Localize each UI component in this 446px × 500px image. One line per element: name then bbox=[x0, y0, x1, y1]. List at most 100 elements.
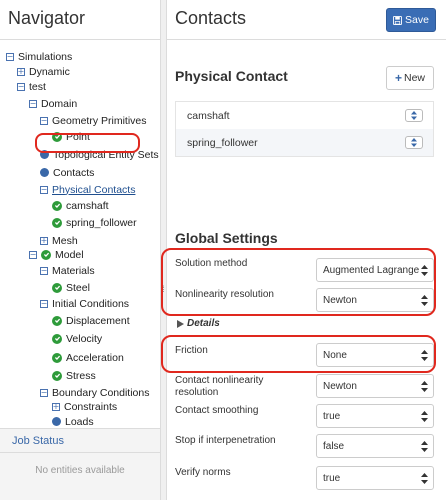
expand-toggle-icon[interactable]: + bbox=[52, 402, 60, 411]
stop-if-interpenetration-select[interactable]: false bbox=[316, 434, 434, 458]
tree-item-label[interactable]: Physical Contacts bbox=[52, 184, 135, 196]
tree-item-label: Dynamic bbox=[29, 65, 70, 78]
save-button-label: Save bbox=[405, 14, 429, 26]
tree-item-label: Model bbox=[55, 248, 84, 261]
tree-item-model[interactable]: − Model bbox=[29, 247, 84, 262]
tree-item-boundary-conditions[interactable]: − Boundary Conditions bbox=[40, 385, 149, 400]
tree-item-label: Point bbox=[66, 130, 90, 143]
tree-item-label: Mesh bbox=[52, 234, 78, 247]
collapse-toggle-icon[interactable]: − bbox=[29, 99, 37, 108]
new-button-label: New bbox=[404, 72, 426, 84]
friction-label: Friction bbox=[175, 345, 208, 356]
navigator-title: Navigator bbox=[0, 0, 160, 40]
tree-item-domain[interactable]: − Domain bbox=[29, 96, 77, 111]
tree-item-label: Contacts bbox=[53, 166, 95, 179]
contact-nonlinearity-resolution-label: Contact nonlinearity resolution bbox=[175, 375, 264, 398]
tree-item-loads[interactable]: Loads bbox=[52, 414, 94, 428]
splitter-grip-icon[interactable]: ⁞ bbox=[162, 284, 165, 294]
contact-smoothing-label: Contact smoothing bbox=[175, 405, 259, 416]
tree-item-label: Geometry Primitives bbox=[52, 114, 147, 127]
verify-norms-select[interactable]: true bbox=[316, 466, 434, 490]
select-value: true bbox=[323, 472, 341, 484]
tree-item-constraints[interactable]: + Constraints bbox=[52, 399, 117, 414]
reorder-spinner-icon[interactable] bbox=[405, 136, 423, 149]
tree-item-simulations[interactable]: − Simulations bbox=[6, 49, 72, 64]
dot-icon bbox=[40, 168, 49, 177]
list-item[interactable]: spring_follower bbox=[176, 129, 433, 156]
check-icon bbox=[52, 315, 62, 326]
save-button[interactable]: Save bbox=[386, 8, 436, 32]
contact-nonlinearity-resolution-select[interactable]: Newton bbox=[316, 374, 434, 398]
select-arrows-icon bbox=[421, 350, 428, 361]
tree-item-label: Acceleration bbox=[66, 351, 124, 364]
collapse-toggle-icon[interactable]: − bbox=[40, 266, 48, 275]
tree-item-velocity[interactable]: Velocity bbox=[52, 331, 102, 346]
collapse-toggle-icon[interactable]: − bbox=[6, 52, 14, 61]
tree-item-physical-contacts[interactable]: − Physical Contacts bbox=[40, 182, 135, 197]
tree-item-label: camshaft bbox=[66, 199, 109, 212]
tree-item-topological-entity-sets[interactable]: Topological Entity Sets bbox=[40, 147, 159, 162]
nonlinearity-resolution-select[interactable]: Newton bbox=[316, 288, 434, 312]
job-status-title[interactable]: Job Status bbox=[0, 429, 160, 453]
list-item-label: camshaft bbox=[187, 109, 230, 122]
check-icon bbox=[52, 282, 62, 293]
tree-item-dynamic[interactable]: + Dynamic bbox=[17, 64, 70, 79]
job-status-panel: Job Status No entities available bbox=[0, 428, 160, 500]
tree-item-label: Displacement bbox=[66, 314, 130, 327]
check-icon bbox=[52, 370, 62, 381]
select-value: true bbox=[323, 410, 341, 422]
tree-item-spring-follower[interactable]: spring_follower bbox=[52, 215, 137, 230]
list-item[interactable]: camshaft bbox=[176, 102, 433, 129]
list-item-label: spring_follower bbox=[187, 136, 258, 149]
tree-item-displacement[interactable]: Displacement bbox=[52, 313, 130, 328]
stop-if-interpenetration-label: Stop if interpenetration bbox=[175, 435, 276, 446]
details-toggle[interactable]: Details bbox=[177, 318, 220, 329]
expand-toggle-icon[interactable]: + bbox=[17, 67, 25, 76]
contacts-panel: Contacts Save Physical Contact + New cam… bbox=[161, 0, 446, 500]
expand-toggle-icon[interactable]: + bbox=[40, 236, 48, 245]
new-contact-button[interactable]: + New bbox=[386, 66, 434, 90]
tree-item-label: Stress bbox=[66, 369, 96, 382]
tree-item-test[interactable]: − test bbox=[17, 79, 46, 94]
reorder-spinner-icon[interactable] bbox=[405, 109, 423, 122]
tree-item-acceleration[interactable]: Acceleration bbox=[52, 350, 124, 365]
contact-smoothing-select[interactable]: true bbox=[316, 404, 434, 428]
physical-contact-list: camshaft spring_follower bbox=[175, 101, 434, 157]
tree-item-label: test bbox=[29, 80, 46, 93]
tree-item-label: Simulations bbox=[18, 50, 73, 63]
tree-item-contacts[interactable]: Contacts bbox=[40, 165, 94, 180]
tree-item-steel[interactable]: Steel bbox=[52, 280, 90, 295]
dot-icon bbox=[52, 417, 61, 426]
select-value: None bbox=[323, 349, 347, 361]
physical-contact-title: Physical Contact bbox=[175, 68, 288, 84]
floppy-disk-icon bbox=[393, 15, 403, 25]
friction-select[interactable]: None bbox=[316, 343, 434, 367]
select-arrows-icon bbox=[421, 295, 428, 306]
tree-item-camshaft[interactable]: camshaft bbox=[52, 198, 109, 213]
collapse-toggle-icon[interactable]: − bbox=[40, 299, 48, 308]
tree-item-initial-conditions[interactable]: − Initial Conditions bbox=[40, 296, 129, 311]
main-header: Contacts Save bbox=[167, 0, 446, 40]
collapse-toggle-icon[interactable]: − bbox=[40, 116, 48, 125]
solution-method-select[interactable]: Augmented Lagrange bbox=[316, 258, 434, 282]
tree-item-label: spring_follower bbox=[66, 216, 137, 229]
simulation-tree: − Simulations + Dynamic − test − Domain … bbox=[0, 40, 160, 428]
tree-item-geometry-primitives[interactable]: − Geometry Primitives bbox=[40, 113, 147, 128]
select-arrows-icon bbox=[421, 411, 428, 422]
dot-icon bbox=[40, 150, 49, 159]
tree-item-mesh[interactable]: + Mesh bbox=[40, 233, 78, 248]
tree-item-point[interactable]: Point bbox=[52, 129, 90, 144]
collapse-toggle-icon[interactable]: − bbox=[40, 388, 48, 397]
check-icon bbox=[52, 352, 62, 363]
global-settings-title: Global Settings bbox=[175, 230, 278, 246]
collapse-toggle-icon[interactable]: − bbox=[29, 250, 37, 259]
collapse-toggle-icon[interactable]: − bbox=[40, 185, 48, 194]
tree-item-label: Velocity bbox=[66, 332, 103, 345]
tree-item-label: Loads bbox=[65, 415, 94, 428]
tree-item-stress[interactable]: Stress bbox=[52, 368, 96, 383]
plus-icon: + bbox=[394, 71, 402, 85]
tree-item-materials[interactable]: − Materials bbox=[40, 263, 95, 278]
collapse-toggle-icon[interactable]: − bbox=[17, 82, 25, 91]
navigator-panel: Navigator − Simulations + Dynamic − test… bbox=[0, 0, 161, 500]
select-arrows-icon bbox=[421, 473, 428, 484]
